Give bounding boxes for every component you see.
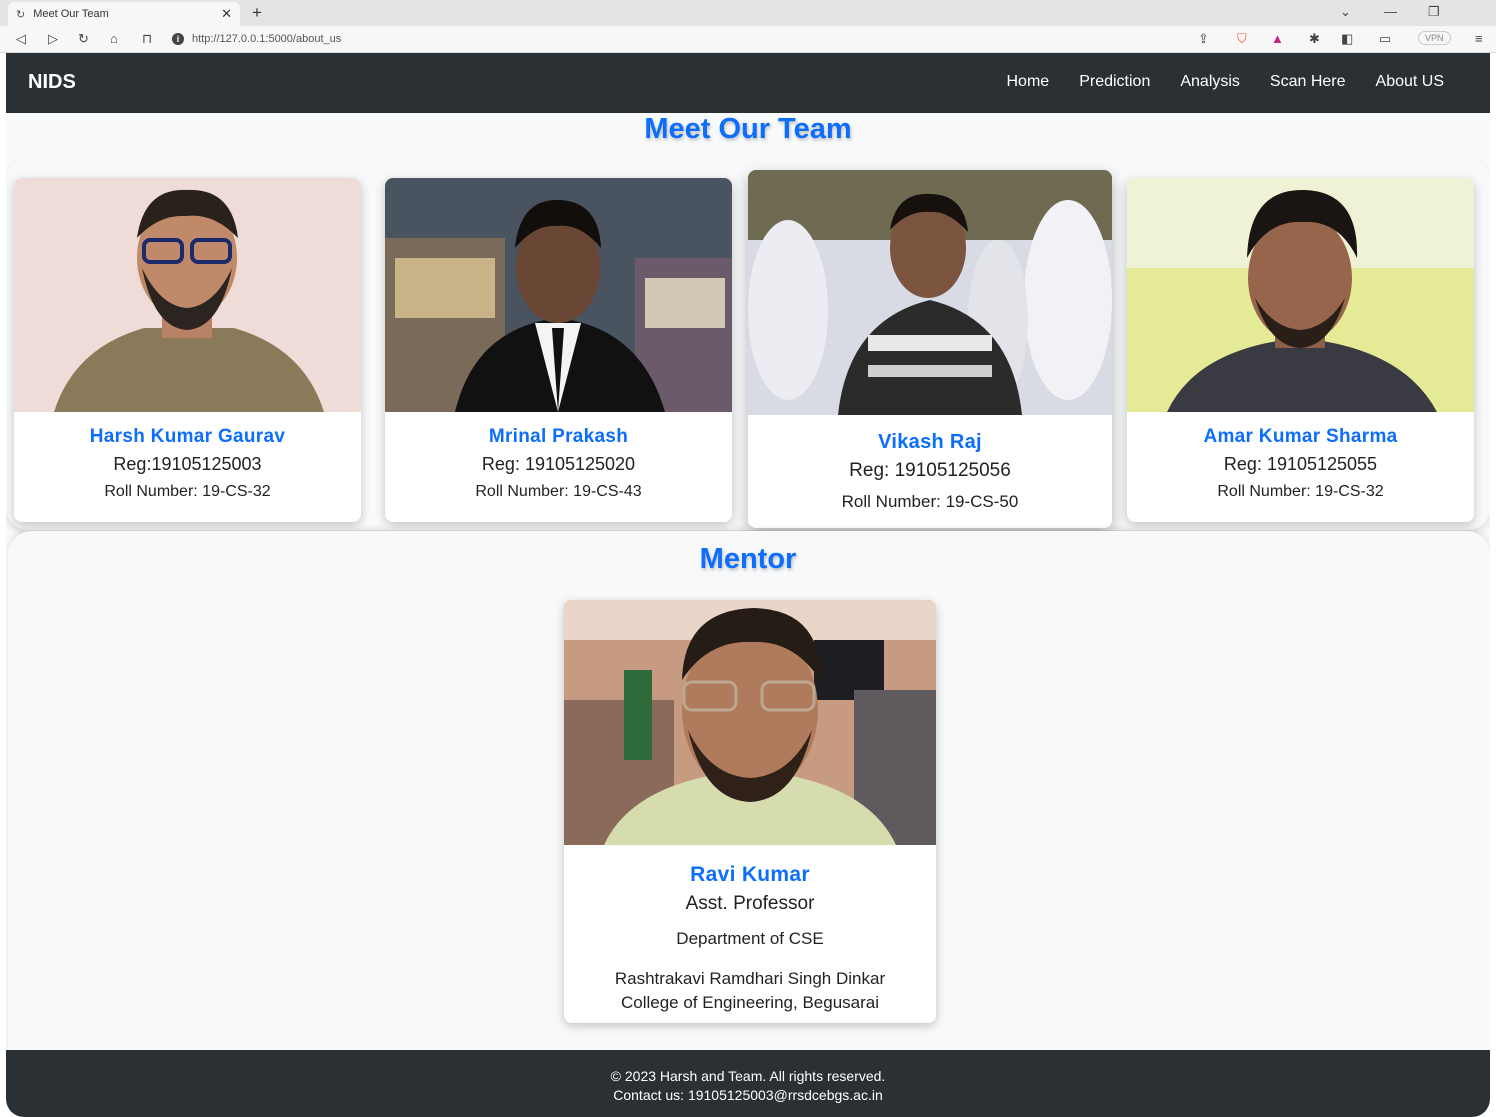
new-tab-icon[interactable]: + [252, 3, 262, 23]
member-reg: Reg:19105125003 [113, 454, 262, 474]
mentor-name: Ravi Kumar [690, 863, 810, 886]
mentor-department: Department of CSE [676, 929, 824, 948]
navbar: NIDS Home Prediction Analysis Scan Here … [6, 53, 1490, 113]
minimize-icon[interactable]: — [1384, 4, 1397, 19]
bookmark-icon[interactable]: ⊓ [142, 31, 152, 47]
mentor-photo [564, 600, 936, 845]
member-name: Vikash Raj [878, 431, 982, 453]
browser-toolbar: ◁ ▷ ↻ ⌂ ⊓ i http://127.0.0.1:5000/about_… [0, 26, 1496, 53]
url-text: http://127.0.0.1:5000/about_us [192, 33, 342, 45]
tab-close-icon[interactable]: ✕ [221, 6, 232, 22]
menu-icon[interactable]: ≡ [1475, 31, 1483, 46]
brave-rewards-icon[interactable]: ▲ [1271, 31, 1284, 46]
nav-link-scan-here[interactable]: Scan Here [1270, 73, 1346, 91]
address-bar[interactable]: i http://127.0.0.1:5000/about_us [172, 29, 1232, 49]
team-section-title: Meet Our Team [644, 113, 852, 145]
wallet-icon[interactable]: ▭ [1379, 31, 1391, 47]
home-icon[interactable]: ⌂ [110, 31, 118, 46]
sidebar-icon[interactable]: ◧ [1341, 31, 1353, 47]
member-roll: Roll Number: 19-CS-32 [1217, 483, 1384, 500]
team-member-card: Mrinal Prakash Reg: 19105125020 Roll Num… [385, 178, 732, 522]
site-info-icon[interactable]: i [172, 33, 184, 45]
member-roll: Roll Number: 19-CS-43 [475, 483, 642, 500]
nav-link-home[interactable]: Home [1007, 73, 1050, 91]
member-name: Harsh Kumar Gaurav [89, 426, 286, 447]
member-photo [1127, 178, 1474, 412]
team-member-card: Amar Kumar Sharma Reg: 19105125055 Roll … [1127, 178, 1474, 522]
team-member-card: Harsh Kumar Gaurav Reg:19105125003 Roll … [14, 178, 361, 522]
member-reg: Reg: 19105125020 [481, 454, 636, 474]
footer-copyright: © 2023 Harsh and Team. All rights reserv… [610, 1068, 886, 1084]
footer: © 2023 Harsh and Team. All rights reserv… [6, 1050, 1490, 1117]
nav-link-about-us[interactable]: About US [1376, 73, 1444, 91]
nav-link-analysis[interactable]: Analysis [1180, 73, 1240, 91]
browser-tab-bar: ↻ Meet Our Team ✕ + ⌄ — ❐ [0, 0, 1496, 26]
member-name: Mrinal Prakash [488, 426, 629, 447]
member-reg: Reg: 19105125056 [849, 460, 1011, 481]
member-photo [385, 178, 732, 412]
team-member-card: Vikash Raj Reg: 19105125056 Roll Number:… [748, 170, 1112, 528]
vpn-button[interactable]: VPN [1418, 31, 1451, 45]
member-photo [748, 170, 1112, 415]
forward-icon[interactable]: ▷ [48, 31, 58, 47]
nav-links: Home Prediction Analysis Scan Here About… [1007, 73, 1445, 91]
mentor-designation: Asst. Professor [685, 893, 815, 914]
tab-title: Meet Our Team [33, 8, 109, 20]
tab-list-chevron-icon[interactable]: ⌄ [1340, 4, 1351, 20]
reload-icon[interactable]: ↻ [78, 31, 89, 47]
back-icon[interactable]: ◁ [16, 31, 26, 47]
mentor-college-line-1: Rashtrakavi Ramdhari Singh Dinkar [614, 969, 886, 988]
extensions-icon[interactable]: ✱ [1309, 31, 1320, 47]
mentor-college-line-2: College of Engineering, Begusarai [620, 993, 879, 1012]
restore-icon[interactable]: ❐ [1428, 4, 1440, 20]
mentor-section-title: Mentor [699, 543, 797, 575]
mentor-college: Rashtrakavi Ramdhari Singh Dinkar Colleg… [564, 967, 936, 1015]
member-reg: Reg: 19105125055 [1223, 454, 1378, 474]
mentor-card: Ravi Kumar Asst. Professor Department of… [564, 600, 936, 1023]
page: NIDS Home Prediction Analysis Scan Here … [6, 53, 1490, 1117]
brand-logo[interactable]: NIDS [28, 71, 76, 94]
nav-link-prediction[interactable]: Prediction [1079, 73, 1150, 91]
browser-tab[interactable]: ↻ Meet Our Team ✕ [8, 2, 240, 26]
brave-shield-icon[interactable]: ⛉ [1237, 31, 1247, 47]
member-photo [14, 178, 361, 412]
member-name: Amar Kumar Sharma [1203, 426, 1398, 447]
share-icon[interactable]: ⇪ [1198, 31, 1209, 47]
member-roll: Roll Number: 19-CS-50 [841, 492, 1019, 511]
tab-favicon-icon: ↻ [16, 8, 26, 21]
footer-contact: Contact us: 19105125003@rrsdcebgs.ac.in [613, 1087, 883, 1103]
member-roll: Roll Number: 19-CS-32 [104, 483, 271, 500]
